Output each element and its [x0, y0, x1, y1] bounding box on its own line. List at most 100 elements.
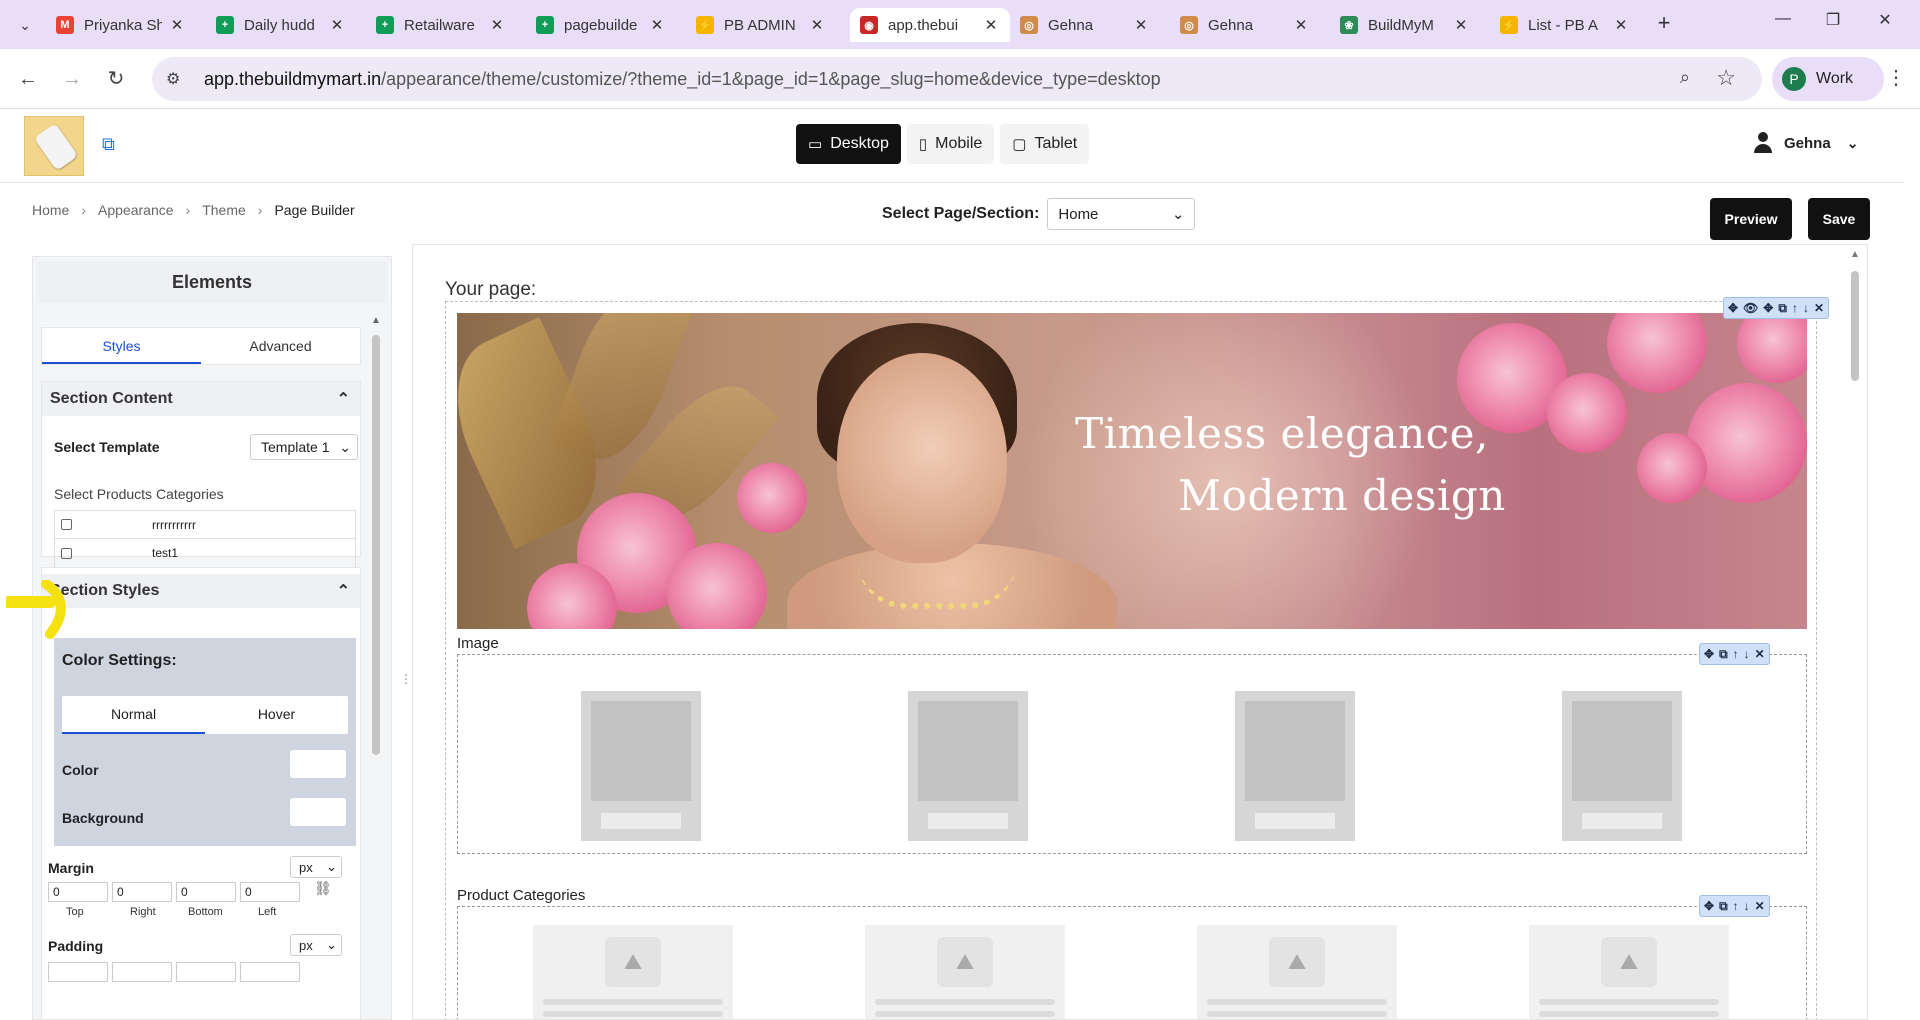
- user-menu[interactable]: Gehna ⌄: [1752, 132, 1858, 154]
- move-up-icon[interactable]: ↑: [1733, 899, 1739, 913]
- duplicate-icon[interactable]: ⧉: [1719, 899, 1728, 914]
- close-tab-icon[interactable]: ✕: [328, 16, 346, 34]
- close-tab-icon[interactable]: ✕: [982, 16, 1000, 34]
- address-bar[interactable]: ⚙ app.thebuildmymart.in/appearance/theme…: [152, 57, 1762, 101]
- forward-icon[interactable]: →: [58, 65, 86, 93]
- duplicate-icon[interactable]: ⧉: [1719, 647, 1728, 662]
- canvas-scrollbar[interactable]: ▲: [1847, 249, 1863, 1019]
- category-row[interactable]: test1: [55, 539, 355, 567]
- back-icon[interactable]: ←: [14, 65, 42, 93]
- image-placeholder-icon: ⛰: [605, 937, 661, 987]
- move-down-icon[interactable]: ↓: [1744, 899, 1750, 913]
- tab-search-dropdown-icon[interactable]: ⌄: [12, 12, 38, 38]
- preview-button[interactable]: Preview: [1710, 198, 1792, 240]
- breadcrumb-home[interactable]: Home: [32, 202, 69, 218]
- close-tab-icon[interactable]: ✕: [1132, 16, 1150, 34]
- delete-icon[interactable]: ✕: [1755, 647, 1765, 661]
- duplicate-icon[interactable]: ⧉: [1778, 301, 1787, 316]
- padding-unit-select[interactable]: px ⌄: [290, 934, 342, 956]
- visibility-eye-icon[interactable]: 👁: [1743, 301, 1758, 315]
- close-tab-icon[interactable]: ✕: [648, 16, 666, 34]
- new-tab-button[interactable]: +: [1652, 12, 1676, 36]
- browser-tab[interactable]: ◎ Gehna ✕: [1170, 8, 1320, 42]
- move-down-icon[interactable]: ↓: [1744, 647, 1750, 661]
- template-select[interactable]: Template 1 ⌄: [250, 434, 358, 460]
- close-tab-icon[interactable]: ✕: [488, 16, 506, 34]
- external-link-icon[interactable]: ⧉: [102, 134, 115, 155]
- tab-title: Daily hudd: [244, 16, 315, 34]
- url-text[interactable]: app.thebuildmymart.in/appearance/theme/c…: [204, 69, 1161, 90]
- panel-scrollbar[interactable]: ▲: [369, 315, 383, 1019]
- color-swatch[interactable]: [290, 750, 346, 778]
- margin-left-input[interactable]: 0: [240, 882, 300, 902]
- breadcrumb-theme[interactable]: Theme: [202, 202, 246, 218]
- tab-hover[interactable]: Hover: [205, 696, 348, 734]
- delete-icon[interactable]: ✕: [1814, 301, 1824, 315]
- browser-tab[interactable]: ⚡ PB ADMIN ✕: [686, 8, 836, 42]
- browser-tab[interactable]: + pagebuilde ✕: [526, 8, 676, 42]
- restore-icon[interactable]: ❐: [1818, 10, 1848, 38]
- tab-normal[interactable]: Normal: [62, 696, 205, 734]
- category-checkbox[interactable]: [61, 519, 72, 530]
- browser-menu-icon[interactable]: ⋮: [1886, 65, 1906, 90]
- category-row[interactable]: rrrrrrrrrrr: [55, 511, 355, 539]
- delete-icon[interactable]: ✕: [1755, 899, 1765, 913]
- breadcrumb: Home › Appearance › Theme › Page Builder: [32, 202, 355, 218]
- margin-right-input[interactable]: 0: [112, 882, 172, 902]
- link-values-icon[interactable]: ⛓: [314, 880, 332, 897]
- margin-unit-select[interactable]: px ⌄: [290, 856, 342, 878]
- category-checkbox[interactable]: [61, 547, 72, 559]
- margin-top-input[interactable]: 0: [48, 882, 108, 902]
- profile-button[interactable]: P Work: [1772, 57, 1884, 101]
- move-icon[interactable]: ✥: [1728, 301, 1738, 315]
- move-down-icon[interactable]: ↓: [1803, 301, 1809, 315]
- device-desktop-button[interactable]: ▭ Desktop: [796, 124, 901, 164]
- browser-tab[interactable]: ◉ app.thebui ✕: [850, 8, 1010, 42]
- site-info-icon[interactable]: ⚙: [166, 69, 190, 89]
- browser-tab[interactable]: + Daily hudd ✕: [206, 8, 356, 42]
- save-button[interactable]: Save: [1808, 198, 1870, 240]
- tab-favicon-icon: M: [56, 16, 74, 34]
- close-tab-icon[interactable]: ✕: [1292, 16, 1310, 34]
- close-tab-icon[interactable]: ✕: [808, 16, 826, 34]
- device-mobile-button[interactable]: ▯ Mobile: [906, 124, 995, 164]
- padding-right-input[interactable]: [112, 962, 172, 982]
- section-styles-header[interactable]: Section Styles ⌃: [42, 574, 360, 608]
- margin-bottom-input[interactable]: 0: [176, 882, 236, 902]
- image-placeholder-icon: ⛰: [1269, 937, 1325, 987]
- move-up-icon[interactable]: ↑: [1733, 647, 1739, 661]
- browser-tab[interactable]: + Retailware ✕: [366, 8, 516, 42]
- browser-tab[interactable]: M Priyanka Sh ✕: [46, 8, 196, 42]
- background-swatch[interactable]: [290, 798, 346, 826]
- browser-tab[interactable]: ❀ BuildMyM ✕: [1330, 8, 1480, 42]
- breadcrumb-appearance[interactable]: Appearance: [98, 202, 174, 218]
- device-tablet-button[interactable]: ▢ Tablet: [1000, 124, 1090, 164]
- tab-styles[interactable]: Styles: [42, 328, 201, 364]
- close-window-icon[interactable]: ✕: [1870, 10, 1900, 38]
- padding-top-input[interactable]: [48, 962, 108, 982]
- tab-advanced[interactable]: Advanced: [201, 328, 360, 364]
- browser-tab[interactable]: ◎ Gehna ✕: [1010, 8, 1160, 42]
- product-categories-controls: ✥ ⧉ ↑ ↓ ✕: [1699, 895, 1770, 917]
- page-select[interactable]: Home ⌄: [1047, 198, 1196, 230]
- zoom-icon[interactable]: ⌕: [1680, 67, 1690, 88]
- reload-icon[interactable]: ↻: [102, 65, 130, 93]
- move-up-icon[interactable]: ↑: [1792, 301, 1798, 315]
- tab-title: app.thebui: [888, 16, 959, 34]
- browser-tab[interactable]: ⚡ List - PB A ✕: [1490, 8, 1640, 42]
- hero-banner-image[interactable]: Timeless elegance, Modern design: [457, 313, 1807, 629]
- minimize-icon[interactable]: —: [1768, 10, 1798, 38]
- move-icon[interactable]: ✥: [1704, 899, 1714, 913]
- padding-left-input[interactable]: [240, 962, 300, 982]
- section-content-header[interactable]: Section Content ⌃: [42, 382, 360, 416]
- close-tab-icon[interactable]: ✕: [1452, 16, 1470, 34]
- panel-resize-handle[interactable]: ⋮: [400, 672, 412, 686]
- close-tab-icon[interactable]: ✕: [1612, 16, 1630, 34]
- bookmark-star-icon[interactable]: ☆: [1716, 65, 1736, 91]
- move-icon[interactable]: ✥: [1763, 301, 1773, 315]
- category-placeholder: ⛰: [1197, 925, 1397, 1019]
- padding-bottom-input[interactable]: [176, 962, 236, 982]
- close-tab-icon[interactable]: ✕: [168, 16, 186, 34]
- store-logo[interactable]: [24, 116, 84, 176]
- move-icon[interactable]: ✥: [1704, 647, 1714, 661]
